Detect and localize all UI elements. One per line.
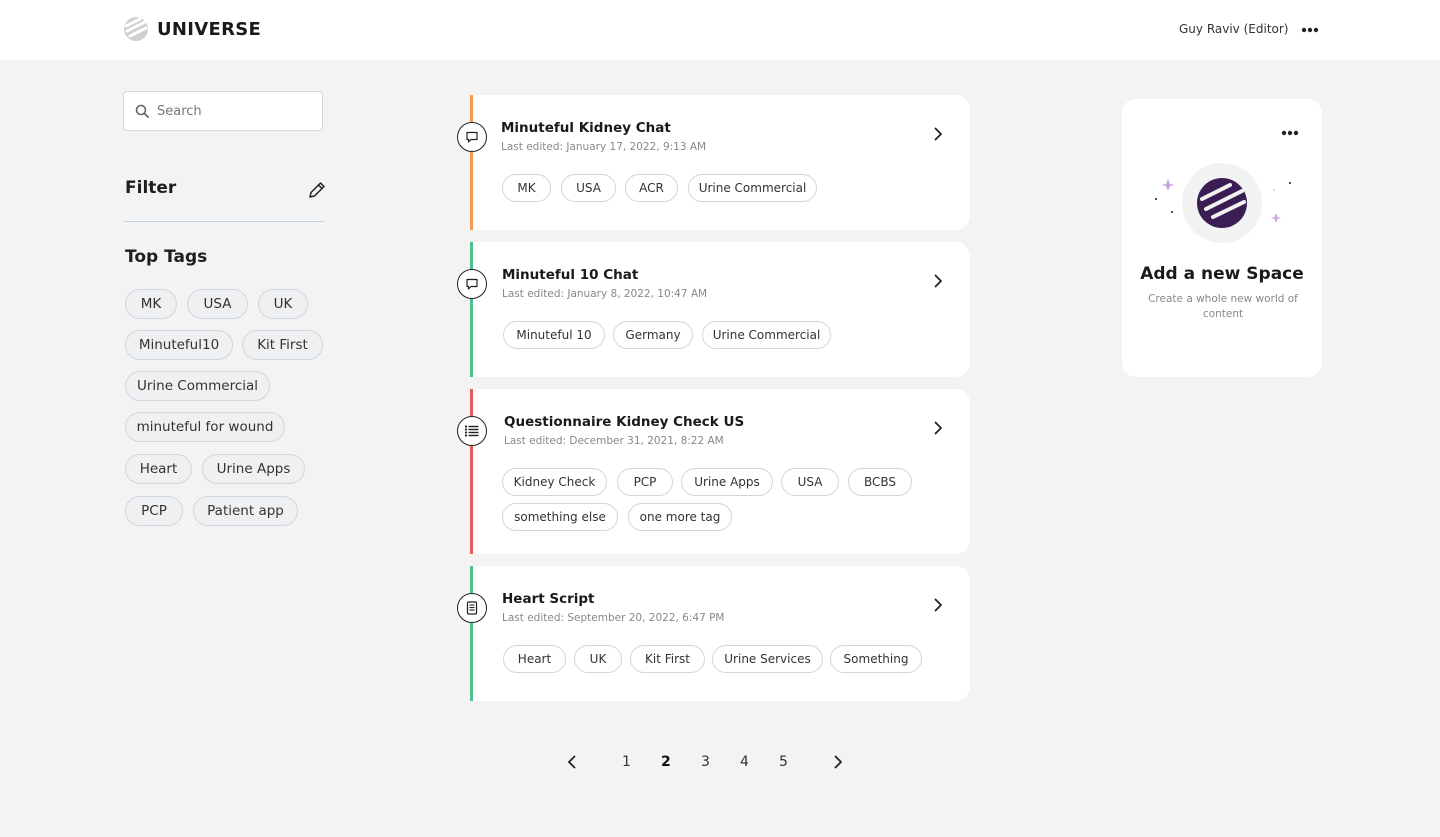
card-tag[interactable]: Kidney Check	[502, 468, 607, 496]
pencil-icon[interactable]	[306, 179, 328, 201]
card-type-icon	[457, 122, 487, 152]
document-icon	[466, 601, 478, 615]
more-dots-icon	[1301, 27, 1319, 33]
top-tag[interactable]: Patient app	[193, 496, 298, 526]
chevron-right-icon[interactable]	[930, 126, 946, 142]
top-tag[interactable]: minuteful for wound	[125, 412, 285, 442]
top-tags-title: Top Tags	[125, 247, 208, 267]
chevron-right-icon[interactable]	[930, 273, 946, 289]
card-tag[interactable]: Urine Apps	[681, 468, 773, 496]
chevron-left-icon[interactable]	[564, 754, 580, 770]
card-date: Last edited: December 31, 2021, 8:22 AM	[504, 435, 724, 447]
top-tag[interactable]: Minuteful10	[125, 330, 233, 360]
card-type-icon	[457, 269, 487, 299]
card-tag[interactable]: Heart	[503, 645, 566, 673]
top-tag[interactable]: Urine Commercial	[125, 371, 270, 401]
content-card[interactable]: Heart Script Last edited: September 20, …	[457, 566, 970, 701]
card-title[interactable]: Minuteful Kidney Chat	[501, 120, 671, 136]
card-date: Last edited: January 8, 2022, 10:47 AM	[502, 288, 708, 300]
card-accent-bar	[470, 566, 473, 701]
card-tag[interactable]: USA	[561, 174, 616, 202]
card-tag[interactable]: UK	[574, 645, 622, 673]
search-input[interactable]	[157, 103, 307, 119]
card-tag[interactable]: something else	[502, 503, 618, 531]
top-tag[interactable]: MK	[125, 289, 177, 319]
chat-icon	[466, 278, 478, 290]
card-tag[interactable]: USA	[781, 468, 839, 496]
card-title[interactable]: Minuteful 10 Chat	[502, 267, 638, 283]
card-accent-bar	[470, 242, 473, 377]
planet-illustration-icon	[1155, 163, 1291, 243]
app-name: UNIVERSE	[157, 18, 262, 40]
more-dots-icon	[1281, 130, 1299, 136]
chat-icon	[466, 131, 478, 143]
top-tag[interactable]: Heart	[125, 454, 192, 484]
card-accent-bar	[470, 95, 473, 230]
content-card[interactable]: Minuteful 10 Chat Last edited: January 8…	[457, 242, 970, 377]
app-logo[interactable]: UNIVERSE	[123, 16, 261, 42]
content-card[interactable]: Questionnaire Kidney Check US Last edite…	[457, 389, 970, 554]
card-date: Last edited: September 20, 2022, 6:47 PM	[502, 612, 725, 624]
page-number[interactable]: 4	[740, 754, 749, 770]
top-tag[interactable]: Kit First	[242, 330, 323, 360]
filter-title: Filter	[125, 178, 177, 198]
card-title[interactable]: Heart Script	[502, 591, 595, 607]
search-box[interactable]	[123, 91, 323, 131]
card-tag[interactable]: PCP	[617, 468, 673, 496]
more-options-button[interactable]	[1299, 20, 1321, 40]
chevron-right-icon[interactable]	[930, 420, 946, 436]
chevron-right-icon[interactable]	[930, 597, 946, 613]
card-date: Last edited: January 17, 2022, 9:13 AM	[501, 141, 707, 153]
card-tag[interactable]: BCBS	[848, 468, 912, 496]
card-tag[interactable]: MK	[502, 174, 551, 202]
space-more-button[interactable]	[1279, 125, 1301, 141]
top-tag[interactable]: UK	[258, 289, 308, 319]
divider	[124, 221, 324, 222]
top-tag[interactable]: USA	[187, 289, 248, 319]
card-tag[interactable]: Urine Services	[712, 645, 823, 673]
card-type-icon	[457, 593, 487, 623]
user-name[interactable]: Guy Raviv (Editor)	[1179, 22, 1288, 36]
card-accent-bar	[470, 389, 473, 554]
card-tag[interactable]: Minuteful 10	[503, 321, 605, 349]
card-tag[interactable]: Kit First	[630, 645, 705, 673]
top-bar: UNIVERSE Guy Raviv (Editor)	[0, 0, 1440, 60]
card-tag[interactable]: Something	[830, 645, 922, 673]
top-tag[interactable]: Urine Apps	[202, 454, 305, 484]
add-space-subtitle: Create a whole new world of content	[1148, 293, 1298, 320]
card-type-icon	[457, 416, 487, 446]
search-icon	[135, 104, 149, 118]
add-space-title[interactable]: Add a new Space	[1122, 264, 1322, 284]
add-space-card[interactable]: Add a new Space Create a whole new world…	[1122, 99, 1322, 377]
list-icon	[464, 425, 479, 437]
content-card[interactable]: Minuteful Kidney Chat Last edited: Janua…	[457, 95, 970, 230]
top-tag[interactable]: PCP	[125, 496, 183, 526]
chevron-right-icon[interactable]	[830, 754, 846, 770]
page-number[interactable]: 1	[622, 754, 631, 770]
universe-logo-icon	[124, 17, 148, 41]
page-number-current[interactable]: 2	[661, 754, 671, 770]
card-tag[interactable]: Urine Commercial	[702, 321, 831, 349]
card-title[interactable]: Questionnaire Kidney Check US	[504, 414, 744, 430]
page-number[interactable]: 5	[779, 754, 788, 770]
card-tag[interactable]: Urine Commercial	[688, 174, 817, 202]
card-tag[interactable]: one more tag	[628, 503, 732, 531]
page-number[interactable]: 3	[701, 754, 710, 770]
card-tag[interactable]: ACR	[625, 174, 678, 202]
card-tag[interactable]: Germany	[613, 321, 693, 349]
